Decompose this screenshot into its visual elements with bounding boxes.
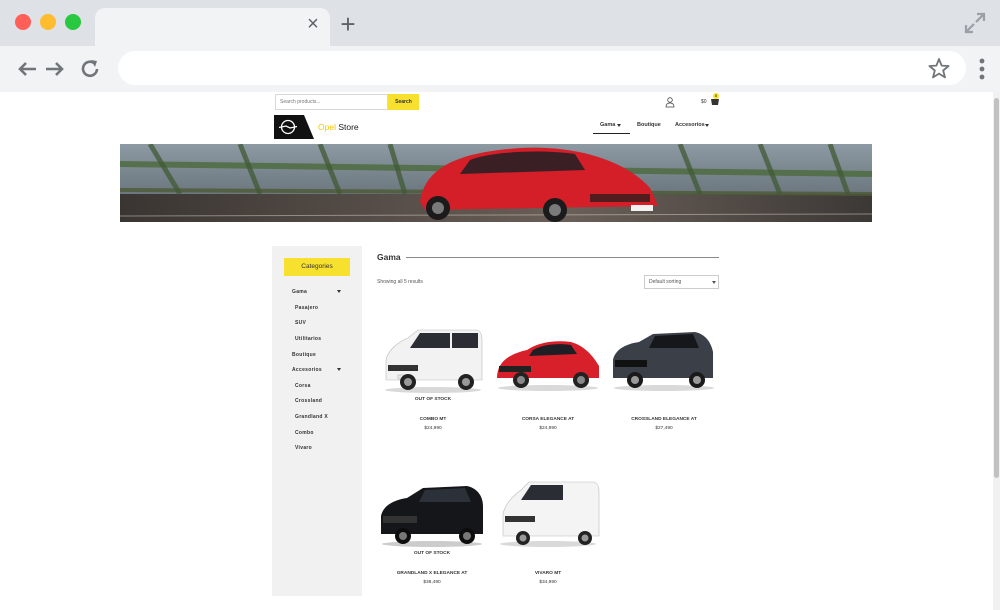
product-price: $24,990 bbox=[539, 426, 557, 431]
product-price: $24,990 bbox=[424, 426, 442, 431]
nav-active-underline bbox=[593, 133, 630, 134]
sidebar-item-accesorios[interactable]: Accesorios bbox=[292, 367, 322, 373]
sidebar-accesorios-expand-icon[interactable] bbox=[337, 368, 341, 371]
address-bar[interactable] bbox=[118, 51, 966, 85]
product-name[interactable]: CORSA ELEGANCE AT bbox=[493, 417, 603, 422]
new-tab-icon[interactable]: + bbox=[337, 11, 359, 37]
product-price: $38,490 bbox=[423, 580, 441, 585]
sidebar-item-crossland[interactable]: Crossland bbox=[295, 398, 322, 404]
product-image-corsa[interactable] bbox=[493, 320, 603, 394]
sidebar-item-gama[interactable]: Gama bbox=[292, 289, 307, 295]
product-name[interactable]: GRANDLAND X ELEGANCE AT bbox=[377, 571, 487, 576]
search-input[interactable]: Search products... bbox=[275, 94, 388, 110]
brand-rest: Store bbox=[335, 122, 359, 132]
categories-sidebar: Categories Gama Pasajero SUV Utilitarios… bbox=[272, 246, 362, 596]
sidebar-item-boutique[interactable]: Boutique bbox=[292, 352, 316, 358]
opel-logo[interactable] bbox=[274, 115, 314, 139]
sidebar-item-pasajero[interactable]: Pasajero bbox=[295, 305, 318, 311]
product-name[interactable]: VIVARO MT bbox=[493, 571, 603, 576]
out-of-stock-badge: OUT OF STOCK bbox=[414, 397, 452, 402]
maximize-window-button[interactable] bbox=[65, 14, 81, 30]
product-card[interactable]: OUT OF STOCK COMBO MT $24,990 bbox=[378, 320, 488, 470]
sidebar-item-corsa[interactable]: Corsa bbox=[295, 383, 311, 389]
browser-tab[interactable] bbox=[95, 8, 330, 46]
back-arrow-icon[interactable] bbox=[14, 56, 40, 82]
tab-close-icon[interactable]: × bbox=[303, 14, 323, 34]
search-button[interactable]: Search bbox=[388, 94, 419, 110]
browser-toolbar bbox=[0, 46, 1000, 92]
sort-dropdown-icon[interactable] bbox=[712, 281, 716, 284]
nav-accesorios[interactable]: Accesorios bbox=[675, 122, 705, 128]
product-card[interactable]: CORSA ELEGANCE AT $24,990 bbox=[493, 320, 603, 470]
product-image-crossland[interactable] bbox=[609, 320, 719, 394]
categories-heading: Categories bbox=[284, 258, 350, 276]
user-account-icon[interactable] bbox=[664, 96, 676, 108]
product-name[interactable]: COMBO MT bbox=[378, 417, 488, 422]
sidebar-item-utilitarios[interactable]: Utilitarios bbox=[295, 336, 321, 342]
title-divider bbox=[406, 257, 719, 258]
tab-bar: × + bbox=[0, 0, 1000, 46]
close-window-button[interactable] bbox=[15, 14, 31, 30]
product-card[interactable]: CROSSLAND ELEGANCE AT $27,490 bbox=[609, 320, 719, 470]
page-viewport: Search products... Search $0 0 Opel Stor… bbox=[0, 92, 1000, 610]
sort-select[interactable]: Default sorting bbox=[644, 275, 719, 289]
nav-gama[interactable]: Gama bbox=[600, 122, 615, 128]
product-price: $27,490 bbox=[655, 426, 673, 431]
product-price: $34,990 bbox=[539, 580, 557, 585]
product-image-combo[interactable] bbox=[378, 320, 488, 394]
browser-menu-icon[interactable] bbox=[974, 56, 990, 82]
sidebar-item-grandland-x[interactable]: Grandland X bbox=[295, 414, 328, 420]
brand-name[interactable]: Opel Store bbox=[318, 122, 359, 132]
product-name[interactable]: CROSSLAND ELEGANCE AT bbox=[609, 417, 719, 422]
brand-accent: Opel bbox=[318, 122, 336, 132]
forward-arrow-icon[interactable] bbox=[42, 56, 68, 82]
fullscreen-icon[interactable] bbox=[962, 10, 988, 36]
product-image-grandland-x[interactable] bbox=[377, 474, 487, 548]
sidebar-gama-expand-icon[interactable] bbox=[337, 290, 341, 293]
cart-count-badge: 0 bbox=[713, 93, 719, 99]
reload-icon[interactable] bbox=[77, 56, 103, 82]
nav-boutique[interactable]: Boutique bbox=[637, 122, 661, 128]
scrollbar-thumb[interactable] bbox=[994, 98, 999, 478]
sidebar-item-vivaro[interactable]: Vivaro bbox=[295, 445, 312, 451]
hero-banner bbox=[120, 144, 872, 222]
out-of-stock-badge: OUT OF STOCK bbox=[413, 551, 451, 556]
nav-accesorios-dropdown-icon[interactable] bbox=[705, 124, 709, 127]
bookmark-star-icon[interactable] bbox=[926, 56, 952, 82]
minimize-window-button[interactable] bbox=[40, 14, 56, 30]
product-image-vivaro[interactable] bbox=[493, 474, 603, 548]
nav-gama-dropdown-icon[interactable] bbox=[617, 124, 621, 127]
sidebar-item-combo[interactable]: Combo bbox=[295, 430, 314, 436]
page-title: Gama bbox=[377, 252, 401, 262]
product-card[interactable]: OUT OF STOCK GRANDLAND X ELEGANCE AT $38… bbox=[377, 474, 487, 610]
product-card[interactable]: VIVARO MT $34,990 bbox=[493, 474, 603, 610]
page-scrollbar[interactable] bbox=[993, 92, 1000, 610]
sidebar-item-suv[interactable]: SUV bbox=[295, 320, 306, 326]
browser-window: × + Search products... Search $0 0 Opel … bbox=[0, 0, 1000, 610]
results-count: Showing all 5 results bbox=[377, 279, 423, 285]
cart-total[interactable]: $0 bbox=[701, 96, 707, 108]
